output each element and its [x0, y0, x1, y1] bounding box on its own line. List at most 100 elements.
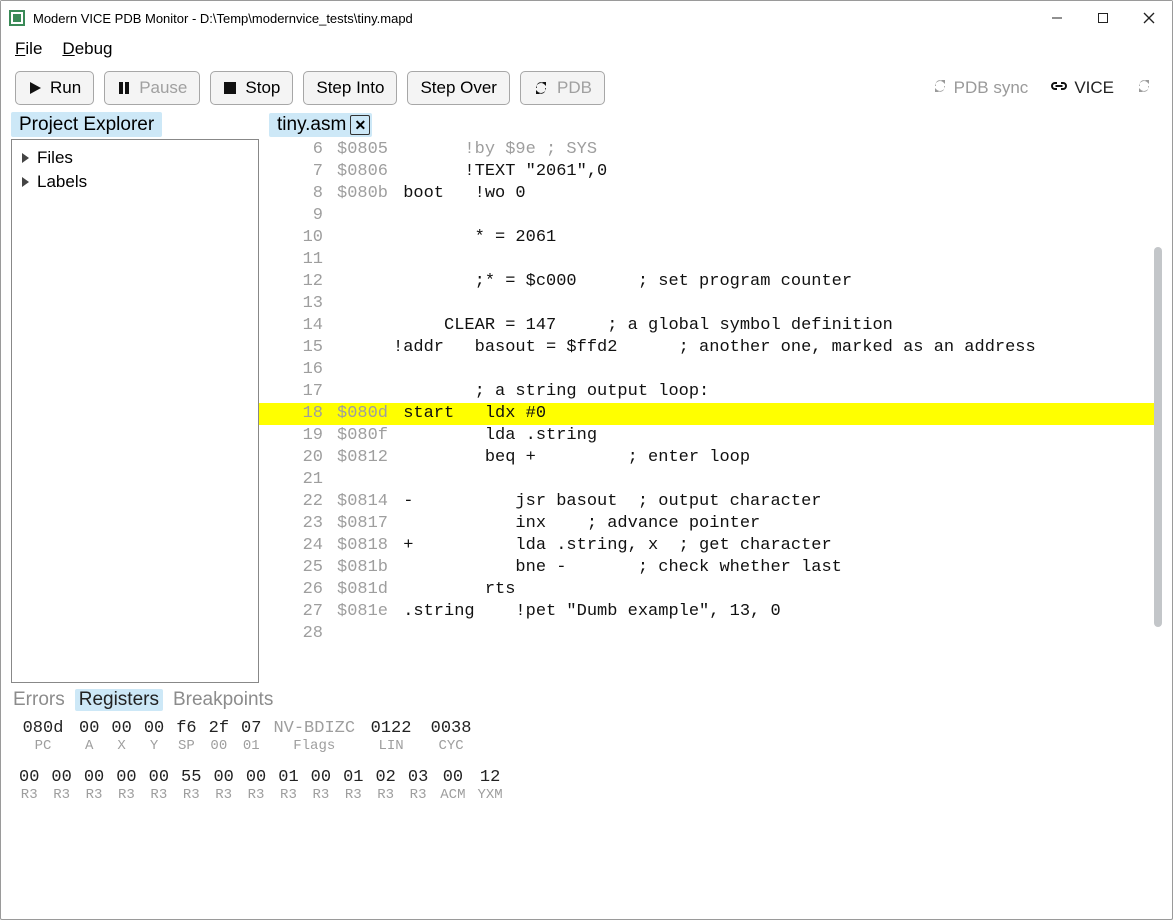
line-number: 8: [259, 183, 337, 205]
register-value: 0122: [371, 719, 412, 738]
code-line[interactable]: 20$0812 beq + ; enter loop: [259, 447, 1154, 469]
code-line[interactable]: 19$080f lda .string: [259, 425, 1154, 447]
maximize-button[interactable]: [1080, 1, 1126, 35]
code-line[interactable]: 26$081d rts: [259, 579, 1154, 601]
register-value: 00: [311, 768, 331, 787]
code-text: beq + ; enter loop: [393, 447, 1154, 469]
address: $0806: [337, 161, 393, 183]
tab-breakpoints[interactable]: Breakpoints: [173, 689, 273, 711]
pause-button[interactable]: Pause: [104, 71, 200, 105]
register-cell: 00R3: [78, 768, 110, 803]
register-cell: 080dPC: [13, 719, 73, 754]
address: [337, 249, 393, 271]
code-line[interactable]: 12 ;* = $c000 ; set program counter: [259, 271, 1154, 293]
register-value: 00: [144, 719, 164, 738]
register-label: R3: [312, 787, 329, 803]
address: $0814: [337, 491, 393, 513]
pdb-sync-label: PDB sync: [954, 78, 1029, 98]
tab-registers[interactable]: Registers: [75, 689, 163, 711]
vertical-scrollbar[interactable]: [1154, 147, 1162, 675]
line-number: 13: [259, 293, 337, 315]
titlebar: Modern VICE PDB Monitor - D:\Temp\modern…: [1, 1, 1172, 35]
project-explorer: Files Labels: [11, 139, 259, 683]
step-over-button[interactable]: Step Over: [407, 71, 510, 105]
address: $081d: [337, 579, 393, 601]
code-line[interactable]: 27$081e .string !pet "Dumb example", 13,…: [259, 601, 1154, 623]
line-number: 17: [259, 381, 337, 403]
code-text: boot !wo 0: [393, 183, 1154, 205]
line-number: 24: [259, 535, 337, 557]
tree-label: Labels: [37, 172, 87, 192]
code-line[interactable]: 15!addr basout = $ffd2 ; another one, ma…: [259, 337, 1154, 359]
code-line[interactable]: 9: [259, 205, 1154, 227]
register-value: 01: [278, 768, 298, 787]
code-line[interactable]: 18$080d start ldx #0: [259, 403, 1154, 425]
stop-button[interactable]: Stop: [210, 71, 293, 105]
address: $080d: [337, 403, 393, 425]
code-text: [393, 293, 1154, 315]
close-icon[interactable]: ✕: [350, 115, 370, 135]
close-button[interactable]: [1126, 1, 1172, 35]
line-number: 19: [259, 425, 337, 447]
code-text: .string !pet "Dumb example", 13, 0: [393, 601, 1154, 623]
register-cell: 00Y: [138, 719, 170, 754]
register-cell: 00A: [73, 719, 105, 754]
minimize-button[interactable]: [1034, 1, 1080, 35]
address: [337, 623, 393, 645]
window-controls: [1034, 1, 1172, 35]
register-value: 00: [246, 768, 266, 787]
register-cell: 0122LIN: [361, 719, 421, 754]
register-value: 00: [443, 768, 463, 787]
file-tab[interactable]: tiny.asm ✕: [269, 113, 372, 137]
vice-refresh[interactable]: [1130, 78, 1158, 99]
register-cell: 02R3: [369, 768, 401, 803]
pdb-button[interactable]: PDB: [520, 71, 605, 105]
panel-tabs-row: Project Explorer tiny.asm ✕: [1, 113, 1172, 137]
menu-debug[interactable]: Debug: [62, 39, 112, 59]
code-line[interactable]: 23$0817 inx ; advance pointer: [259, 513, 1154, 535]
run-button[interactable]: Run: [15, 71, 94, 105]
code-line[interactable]: 22$0814 - jsr basout ; output character: [259, 491, 1154, 513]
code-line[interactable]: 13: [259, 293, 1154, 315]
vice-status[interactable]: VICE: [1044, 78, 1120, 98]
register-label: X: [117, 738, 125, 754]
scrollbar-thumb[interactable]: [1154, 247, 1162, 627]
register-cell: 01R3: [337, 768, 369, 803]
window-title: Modern VICE PDB Monitor - D:\Temp\modern…: [33, 11, 413, 26]
code-line[interactable]: 28: [259, 623, 1154, 645]
code-line[interactable]: 21: [259, 469, 1154, 491]
code-line[interactable]: 7$0806 !TEXT "2061",0: [259, 161, 1154, 183]
code-text: * = 2061: [393, 227, 1154, 249]
tree-item-labels[interactable]: Labels: [22, 170, 248, 194]
register-value: 00: [19, 768, 39, 787]
code-line[interactable]: 11: [259, 249, 1154, 271]
address: [337, 293, 393, 315]
register-value: 00: [149, 768, 169, 787]
code-text: [393, 249, 1154, 271]
register-cell: NV-BDIZCFlags: [267, 719, 361, 754]
line-number: 20: [259, 447, 337, 469]
code-text: !by $9e ; SYS: [393, 139, 1154, 161]
menu-file[interactable]: File: [15, 39, 42, 59]
code-text: + lda .string, x ; get character: [393, 535, 1154, 557]
code-line[interactable]: 16: [259, 359, 1154, 381]
project-explorer-tab[interactable]: Project Explorer: [11, 112, 162, 137]
code-line[interactable]: 10 * = 2061: [259, 227, 1154, 249]
register-label: R3: [86, 787, 103, 803]
code-line[interactable]: 8$080b boot !wo 0: [259, 183, 1154, 205]
register-cell: 12YXM: [472, 768, 509, 803]
code-line[interactable]: 17 ; a string output loop:: [259, 381, 1154, 403]
code-line[interactable]: 24$0818 + lda .string, x ; get character: [259, 535, 1154, 557]
tab-errors[interactable]: Errors: [13, 689, 65, 711]
menu-debug-label: ebug: [75, 39, 113, 58]
register-cell: 0701: [235, 719, 267, 754]
code-line[interactable]: 25$081b bne - ; check whether last: [259, 557, 1154, 579]
register-label: SP: [178, 738, 195, 754]
code-line[interactable]: 14 CLEAR = 147 ; a global symbol definit…: [259, 315, 1154, 337]
code-line[interactable]: 6$0805 !by $9e ; SYS: [259, 139, 1154, 161]
register-value: 12: [480, 768, 500, 787]
step-into-button[interactable]: Step Into: [303, 71, 397, 105]
code-editor[interactable]: 6$0805 !by $9e ; SYS7$0806 !TEXT "2061",…: [259, 139, 1162, 683]
pdb-sync-status[interactable]: PDB sync: [926, 78, 1035, 99]
tree-item-files[interactable]: Files: [22, 146, 248, 170]
